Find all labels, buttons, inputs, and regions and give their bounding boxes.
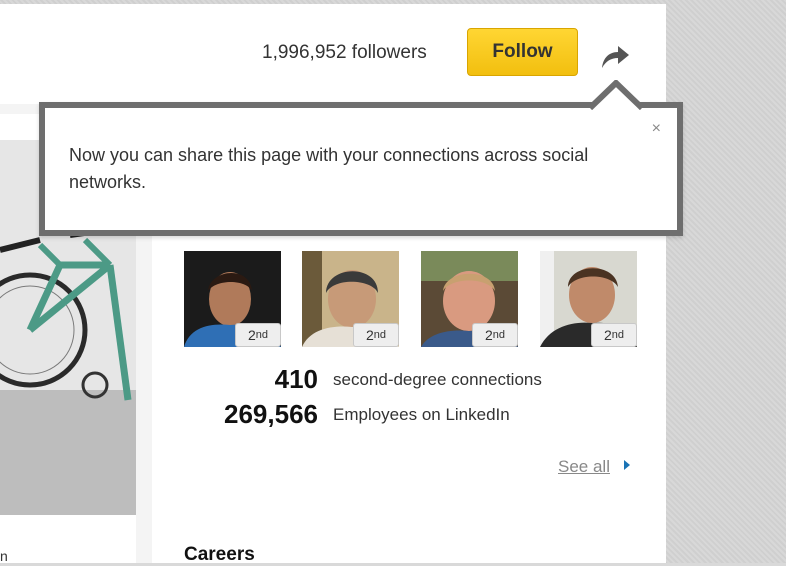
tooltip-caret [590, 80, 642, 110]
chevron-right-icon [624, 460, 630, 470]
connection-avatar[interactable]: 2nd [421, 251, 518, 347]
connection-avatar[interactable]: 2nd [540, 251, 637, 347]
employee-label: Employees on LinkedIn [333, 405, 510, 424]
second-degree-label: second-degree connections [333, 370, 542, 389]
employee-count: 269,566 [224, 399, 318, 429]
see-all-link[interactable]: See all [558, 457, 610, 477]
tooltip-message: Now you can share this page with your co… [69, 145, 589, 192]
degree-badge: 2nd [353, 323, 399, 347]
followers-count: 1,996,952 followers [262, 42, 427, 63]
second-degree-count: 410 [274, 364, 318, 394]
degree-badge: 2nd [235, 323, 281, 347]
degree-badge: 2nd [472, 323, 518, 347]
connection-avatar[interactable]: 2nd [184, 251, 281, 347]
degree-badge: 2nd [591, 323, 637, 347]
connection-avatar[interactable]: 2nd [302, 251, 399, 347]
share-tooltip: Now you can share this page with your co… [39, 102, 683, 236]
share-arrow-icon[interactable] [598, 40, 632, 72]
close-icon[interactable]: × [652, 120, 661, 138]
follow-button[interactable]: Follow [467, 28, 578, 76]
left-card-text: n [0, 548, 8, 564]
